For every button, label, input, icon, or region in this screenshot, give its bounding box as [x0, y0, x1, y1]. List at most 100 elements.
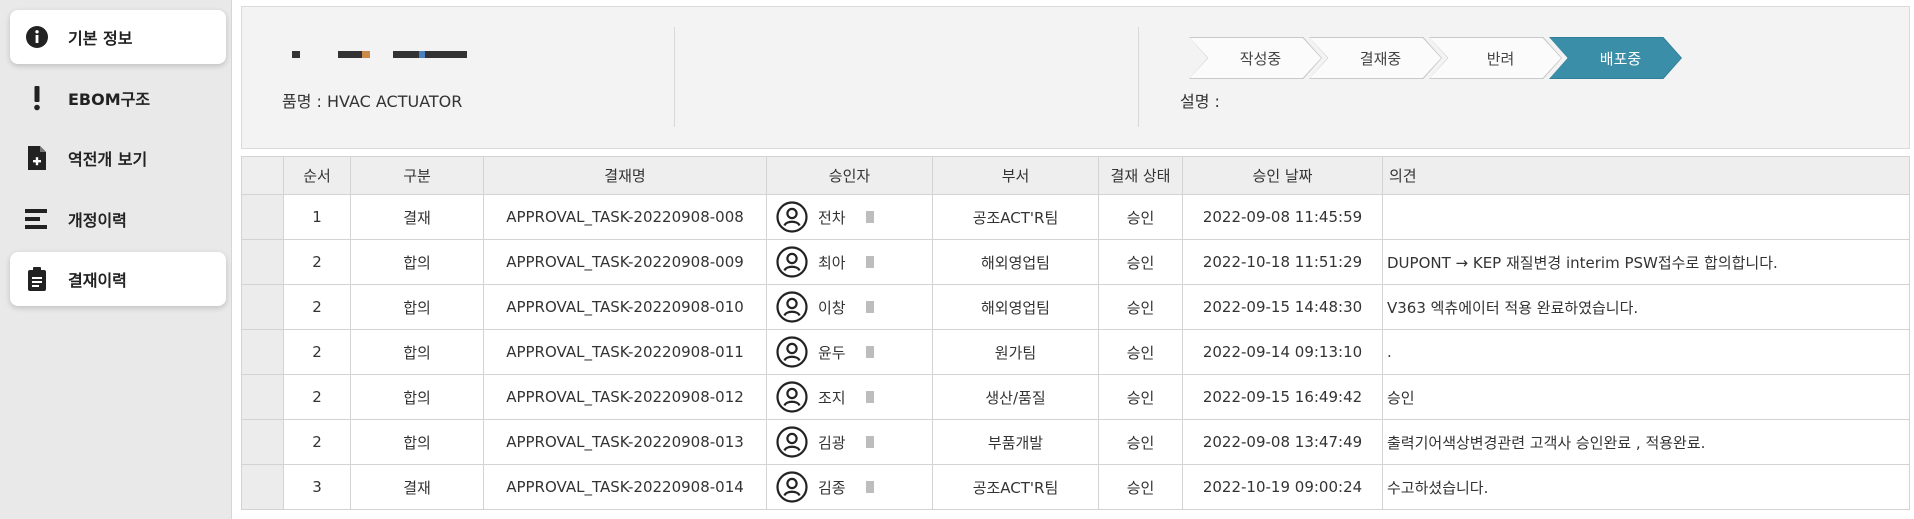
row-selector[interactable] [241, 374, 284, 420]
cell-date: 2022-10-18 11:51:29 [1182, 239, 1383, 285]
redacted-name [865, 256, 874, 268]
cell-date: 2022-09-14 09:13:10 [1182, 329, 1383, 375]
redacted-name [865, 391, 874, 403]
cell-opinion: . [1382, 329, 1910, 375]
redacted-part-number [425, 51, 467, 58]
header-status[interactable]: 결재 상태 [1098, 156, 1183, 195]
redacted-part-number [393, 51, 419, 58]
product-name: 품명 : HVAC ACTUATOR [282, 92, 463, 111]
cell-opinion: 승인 [1382, 374, 1910, 420]
sidebar-item-reverse-view[interactable]: 역전개 보기 [10, 131, 226, 185]
cell-status: 승인 [1098, 374, 1183, 420]
header-type[interactable]: 구분 [350, 156, 484, 195]
redacted-name [865, 436, 874, 448]
redacted-part-number [338, 51, 362, 58]
sidebar-item-label: EBOM구조 [68, 90, 151, 109]
approver-name: 김광 [818, 433, 846, 452]
cell-department: 해외영업팀 [932, 284, 1099, 330]
approver-name: 전차 [818, 208, 846, 227]
table-row[interactable]: 2 합의 APPROVAL_TASK-20220908-009 최아 해외영업팀… [241, 239, 1910, 285]
header-opinion[interactable]: 의견 [1382, 156, 1910, 195]
cell-type: 결재 [350, 194, 484, 240]
user-icon [776, 291, 808, 323]
header-order[interactable]: 순서 [283, 156, 351, 195]
header-department[interactable]: 부서 [932, 156, 1099, 195]
cell-approver: 윤두 [766, 329, 933, 375]
divider [674, 27, 675, 127]
cell-department: 공조ACT'R팀 [932, 194, 1099, 240]
cell-order: 1 [283, 194, 351, 240]
sidebar-item-basic-info[interactable]: 기본 정보 [10, 10, 226, 64]
cell-status: 승인 [1098, 329, 1183, 375]
cell-status: 승인 [1098, 284, 1183, 330]
row-selector[interactable] [241, 284, 284, 330]
step-distributing: 배포중 [1549, 37, 1682, 79]
step-drafting: 작성중 [1189, 37, 1322, 79]
cell-department: 공조ACT'R팀 [932, 464, 1099, 510]
sidebar: 기본 정보 EBOM구조 역전개 보기 개정이력 결재이력 [0, 0, 232, 519]
cell-order: 2 [283, 329, 351, 375]
approver-name: 윤두 [818, 343, 846, 362]
cell-type: 합의 [350, 419, 484, 465]
cell-status: 승인 [1098, 239, 1183, 285]
approver-name: 김종 [818, 478, 846, 497]
cell-approver: 전차 [766, 194, 933, 240]
table-row[interactable]: 3 결재 APPROVAL_TASK-20220908-014 김종 공조ACT… [241, 464, 1910, 510]
sidebar-item-ebom[interactable]: EBOM구조 [10, 71, 226, 125]
row-selector[interactable] [241, 239, 284, 285]
cell-date: 2022-09-08 11:45:59 [1182, 194, 1383, 240]
user-icon [776, 336, 808, 368]
table-row[interactable]: 2 합의 APPROVAL_TASK-20220908-013 김광 부품개발 … [241, 419, 1910, 465]
table-row[interactable]: 1 결재 APPROVAL_TASK-20220908-008 전차 공조ACT… [241, 194, 1910, 240]
header-date[interactable]: 승인 날짜 [1182, 156, 1383, 195]
cell-department: 생산/품질 [932, 374, 1099, 420]
sidebar-item-label: 역전개 보기 [68, 150, 148, 169]
cell-approver: 조지 [766, 374, 933, 420]
cell-task-name: APPROVAL_TASK-20220908-011 [483, 329, 767, 375]
cell-status: 승인 [1098, 194, 1183, 240]
user-icon [776, 201, 808, 233]
cell-order: 2 [283, 374, 351, 420]
cell-approver: 최아 [766, 239, 933, 285]
redacted-part-number [362, 51, 370, 58]
table-row[interactable]: 2 합의 APPROVAL_TASK-20220908-010 이창 해외영업팀… [241, 284, 1910, 330]
row-selector[interactable] [241, 329, 284, 375]
sidebar-item-label: 개정이력 [68, 211, 127, 230]
cell-order: 3 [283, 464, 351, 510]
redacted-part-number [292, 51, 300, 58]
cell-order: 2 [283, 239, 351, 285]
cell-approver: 김광 [766, 419, 933, 465]
cell-opinion: DUPONT → KEP 재질변경 interim PSW접수로 합의합니다. [1382, 239, 1910, 285]
cell-department: 해외영업팀 [932, 239, 1099, 285]
table-row[interactable]: 2 합의 APPROVAL_TASK-20220908-011 윤두 원가팀 승… [241, 329, 1910, 375]
cell-opinion [1382, 194, 1910, 240]
cell-status: 승인 [1098, 464, 1183, 510]
cell-task-name: APPROVAL_TASK-20220908-014 [483, 464, 767, 510]
table-row[interactable]: 2 합의 APPROVAL_TASK-20220908-012 조지 생산/품질… [241, 374, 1910, 420]
row-selector[interactable] [241, 194, 284, 240]
redacted-name [865, 211, 874, 223]
sidebar-item-label: 기본 정보 [68, 29, 133, 48]
list-bars-icon [24, 206, 50, 232]
info-icon [24, 24, 50, 50]
exclamation-icon [24, 85, 50, 111]
row-selector[interactable] [241, 419, 284, 465]
sidebar-item-approval-history[interactable]: 결재이력 [10, 252, 226, 306]
cell-type: 합의 [350, 239, 484, 285]
header-task-name[interactable]: 결재명 [483, 156, 767, 195]
cell-order: 2 [283, 419, 351, 465]
row-selector[interactable] [241, 464, 284, 510]
cell-task-name: APPROVAL_TASK-20220908-010 [483, 284, 767, 330]
header-approver[interactable]: 승인자 [766, 156, 933, 195]
sidebar-item-revision-history[interactable]: 개정이력 [10, 192, 226, 246]
step-rejected: 반려 [1429, 37, 1562, 79]
redacted-name [865, 481, 874, 493]
cell-department: 부품개발 [932, 419, 1099, 465]
header-panel: 품명 : HVAC ACTUATOR 설명 : 작성중 결재중 반려 배포중 [241, 6, 1910, 149]
cell-status: 승인 [1098, 419, 1183, 465]
cell-task-name: APPROVAL_TASK-20220908-009 [483, 239, 767, 285]
cell-order: 2 [283, 284, 351, 330]
cell-type: 합의 [350, 329, 484, 375]
cell-task-name: APPROVAL_TASK-20220908-012 [483, 374, 767, 420]
divider [1138, 27, 1139, 127]
